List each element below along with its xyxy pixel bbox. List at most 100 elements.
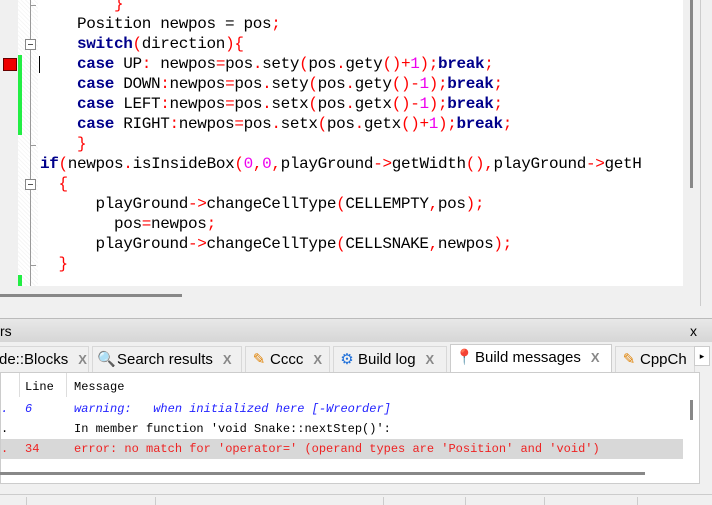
code-token: ()-: [391, 75, 420, 93]
code-token: ->: [373, 155, 392, 173]
code-line[interactable]: case LEFT:newpos=pos.setx(pos.getx()-1);…: [40, 94, 503, 114]
close-tab-icon[interactable]: X: [313, 352, 322, 367]
code-line[interactable]: case RIGHT:newpos=pos.setx(pos.getx()+1)…: [40, 114, 512, 134]
log-tabs: de::Blocks X 🔍Search results X ✎ Cccc X ⚙ Build …: [0, 344, 712, 372]
code-token: );: [465, 195, 485, 213]
row-line: 34: [25, 442, 40, 456]
code-token: 1: [419, 75, 429, 93]
tab-cppch[interactable]: ✎ CppCh: [615, 346, 695, 372]
code-line[interactable]: playGround->changeCellType(CELLSNAKE,new…: [40, 234, 513, 254]
code-token: (: [336, 195, 346, 213]
fold-toggle-icon[interactable]: [25, 39, 36, 50]
code-token: pos: [317, 75, 346, 93]
tab-label: Build messages: [475, 349, 581, 366]
code-token: ,: [252, 155, 263, 173]
breakpoint-marker[interactable]: [3, 58, 17, 71]
code-token: playGround: [493, 155, 587, 173]
code-token: .: [345, 95, 355, 113]
code-token: (: [299, 55, 309, 73]
code-line[interactable]: {: [40, 174, 69, 194]
code-token: );: [428, 95, 448, 113]
code-line[interactable]: if(newpos.isInsideBox(0,0,playGround->ge…: [40, 154, 642, 174]
tab-label: Search results: [117, 351, 213, 368]
code-token: DOWN: [114, 75, 161, 93]
code-token: ,: [428, 235, 439, 253]
code-token: break: [447, 95, 494, 113]
column-divider[interactable]: [19, 373, 20, 397]
code-token: playGround: [40, 235, 189, 253]
close-panel-button[interactable]: x: [690, 319, 697, 343]
gear-icon: ⚙: [340, 351, 354, 368]
code-token: ()-: [391, 95, 420, 113]
code-token: ()+: [382, 55, 411, 73]
code-editor[interactable]: } Position newpos = pos; switch(directio…: [0, 0, 712, 306]
code-token: UP: [114, 55, 142, 73]
code-token: newpos: [151, 55, 216, 73]
code-line[interactable]: Position newpos = pos;: [40, 14, 281, 34]
code-token: (: [58, 155, 69, 173]
breakpoint-margin[interactable]: [0, 0, 18, 286]
row-line: 6: [25, 402, 33, 416]
code-line[interactable]: }: [40, 134, 87, 154]
code-token: CELLSNAKE: [345, 235, 429, 253]
code-token: sety: [271, 75, 309, 93]
code-token: =: [234, 115, 244, 133]
code-token: sety: [262, 55, 300, 73]
changed-lines-marker: [18, 275, 22, 286]
list-vertical-scroll-thumb[interactable]: [690, 400, 693, 420]
code-token: =: [141, 215, 152, 233]
code-line[interactable]: case DOWN:newpos=pos.sety(pos.gety()-1);…: [40, 74, 503, 94]
tab-de-blocks[interactable]: de::Blocks X: [0, 346, 89, 372]
code-token: .: [262, 75, 272, 93]
build-messages-list[interactable]: Line Message . 6 warning: when initialized…: [0, 372, 700, 484]
tab-search-results[interactable]: 🔍Search results X: [92, 346, 242, 372]
code-line[interactable]: playGround->changeCellType(CELLEMPTY,pos…: [40, 194, 485, 214]
row-file: .: [1, 402, 9, 416]
tab-build-messages[interactable]: 📍Build messages X: [450, 344, 612, 372]
close-tab-icon[interactable]: X: [426, 352, 435, 367]
code-token: newpos: [169, 95, 226, 113]
close-tab-icon[interactable]: X: [591, 350, 600, 365]
code-line[interactable]: switch(direction){: [40, 34, 244, 54]
fold-toggle-icon[interactable]: [25, 179, 36, 190]
code-token: case: [40, 95, 115, 113]
tab-label: de::Blocks: [0, 351, 69, 368]
column-header-line[interactable]: Line: [25, 377, 54, 397]
code-token: }: [40, 135, 87, 153]
code-line[interactable]: pos=newpos;: [40, 214, 216, 234]
tab-scroll-right-button[interactable]: ▸: [694, 346, 710, 366]
code-token: 1: [419, 95, 429, 113]
code-token: pos: [225, 55, 253, 73]
code-token: :: [169, 115, 180, 133]
code-token: break: [447, 75, 494, 93]
tab-label: CppCh: [640, 351, 687, 368]
code-token: playGround: [280, 155, 374, 173]
pencil-icon: ✎: [252, 351, 266, 368]
code-token: gety: [354, 75, 392, 93]
code-token: (: [308, 75, 318, 93]
code-token: newpos: [151, 215, 207, 233]
message-row[interactable]: . 6 warning: when initialized here [-Wreor…: [1, 399, 683, 419]
code-area[interactable]: } Position newpos = pos; switch(directio…: [40, 0, 683, 286]
tab-cccc[interactable]: ✎ Cccc X: [245, 346, 330, 372]
close-tab-icon[interactable]: X: [78, 352, 87, 367]
code-token: playGround: [40, 195, 189, 213]
code-token: ->: [188, 235, 207, 253]
column-divider[interactable]: [66, 373, 67, 397]
close-tab-icon[interactable]: X: [223, 352, 232, 367]
code-line[interactable]: case UP: newpos=pos.sety(pos.gety()+1);b…: [40, 54, 494, 74]
code-line[interactable]: }: [40, 254, 69, 274]
code-line[interactable]: }: [40, 0, 124, 14]
horizontal-scroll-thumb[interactable]: [0, 294, 182, 297]
vertical-scroll-thumb[interactable]: [690, 0, 693, 188]
code-token: (: [336, 235, 346, 253]
code-token: newpos: [437, 235, 494, 253]
list-horizontal-scroll-thumb[interactable]: [0, 472, 645, 475]
message-row[interactable]: . 34 error: no match for 'operator=' (oper…: [1, 439, 683, 459]
code-token: ;: [502, 115, 513, 133]
code-token: );: [419, 55, 438, 73]
tab-build-log[interactable]: ⚙ Build log X: [333, 346, 447, 372]
column-header-message[interactable]: Message: [74, 377, 124, 397]
message-row[interactable]: . In member function 'void Snake::nextSte…: [1, 419, 683, 439]
code-token: .: [354, 115, 365, 133]
